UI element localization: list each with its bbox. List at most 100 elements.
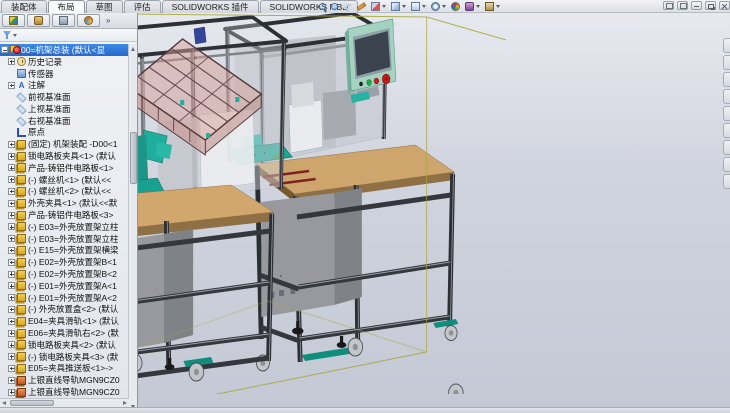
tree-item[interactable]: (-) E02=外壳放置架B<1 — [0, 256, 128, 268]
expand-toggle-icon[interactable] — [8, 353, 15, 360]
section-view[interactable] — [370, 1, 387, 12]
filter-funnel-icon[interactable] — [3, 31, 11, 39]
displaymanager-tab[interactable] — [77, 14, 100, 27]
zoom-to-fit[interactable] — [318, 1, 327, 12]
expand-toggle-icon[interactable] — [8, 164, 15, 171]
tree-item[interactable]: (-) 螺丝机<1> (默认<< — [0, 174, 128, 186]
command-tab[interactable]: 布局 — [48, 0, 85, 13]
tree-item[interactable]: 00=机架总装 (默认<显 — [0, 44, 128, 56]
close-button[interactable] — [719, 1, 730, 10]
tree-item[interactable]: 传感器 — [0, 68, 128, 80]
expand-toggle-icon[interactable] — [8, 223, 15, 230]
command-tab[interactable]: 评估 — [124, 0, 161, 13]
apply-scene[interactable] — [464, 1, 481, 12]
expand-toggle-icon[interactable] — [8, 176, 15, 183]
tree-item[interactable]: (-) E03=外壳放置架立柱 — [0, 221, 128, 233]
tree-item[interactable]: 历史记录 — [0, 56, 128, 68]
tree-item[interactable]: (-) E03=外壳放置架立柱 — [0, 233, 128, 245]
expand-toggle-icon[interactable] — [8, 377, 15, 384]
taskpane-tab-8[interactable] — [723, 157, 730, 172]
expand-toggle-icon[interactable] — [8, 294, 15, 301]
horizontal-scroll-thumb[interactable] — [10, 400, 54, 406]
taskpane-tab-2[interactable] — [723, 55, 730, 70]
expand-toggle-icon[interactable] — [8, 82, 15, 89]
restore-button[interactable] — [705, 1, 716, 10]
expand-toggle-icon[interactable] — [8, 58, 15, 65]
view-settings[interactable] — [484, 1, 501, 12]
tree-item[interactable]: 上视基准面 — [0, 103, 128, 115]
measure[interactable] — [356, 1, 367, 12]
expand-toggle-icon[interactable] — [8, 365, 15, 372]
tree-item[interactable]: 外壳夹具<1> (默认<<默 — [0, 197, 128, 209]
expand-toggle-icon[interactable] — [8, 200, 15, 207]
expand-toggle-icon[interactable] — [8, 247, 15, 254]
taskpane-tab-4[interactable] — [723, 89, 730, 104]
tree-item[interactable]: 上银直线导轨MGN9CZ0 — [0, 374, 128, 386]
scroll-right-arrow[interactable] — [123, 401, 127, 405]
panel-tabs-overflow[interactable]: » — [106, 16, 110, 25]
tree-horizontal-scrollbar[interactable] — [0, 398, 129, 407]
taskpane-tab-7[interactable] — [723, 140, 730, 155]
tree-item[interactable]: 锁电路板夹具<2> (默认 — [0, 339, 128, 351]
hide-show-items[interactable] — [430, 1, 447, 12]
taskpane-tab-6[interactable] — [723, 123, 730, 138]
tree-item[interactable]: 锁电路板夹具<1> (默认 — [0, 150, 128, 162]
view-selector[interactable] — [342, 1, 353, 12]
tree-item[interactable]: (-) E02=外壳放置架B<2 — [0, 268, 128, 280]
expand-toggle-icon[interactable] — [8, 188, 15, 195]
command-tab[interactable]: 草图 — [86, 0, 123, 13]
taskpane-tab-5[interactable] — [723, 106, 730, 121]
expand-toggle-icon[interactable] — [1, 46, 8, 53]
help-window-button[interactable] — [663, 1, 674, 10]
expand-toggle-icon[interactable] — [8, 282, 15, 289]
secondary-window-button[interactable] — [677, 1, 688, 10]
tree-item[interactable]: 注解 — [0, 79, 128, 91]
display-style[interactable] — [410, 1, 427, 12]
tree-item[interactable]: E04=夹具滑轨<1> (默认 — [0, 315, 128, 327]
expand-toggle-icon[interactable] — [8, 318, 15, 325]
tree-item[interactable]: (-) E01=外壳放置架A<2 — [0, 292, 128, 304]
expand-toggle-icon[interactable] — [8, 235, 15, 242]
tree-item[interactable]: (-) 外壳放置盒<2> (默认 — [0, 304, 128, 316]
configurationmanager-tab[interactable] — [52, 14, 75, 27]
filter-dropdown-caret[interactable] — [13, 34, 17, 37]
expand-toggle-icon[interactable] — [8, 212, 15, 219]
scroll-left-arrow[interactable] — [2, 401, 6, 405]
right-red-button[interactable] — [374, 78, 379, 84]
tree-item[interactable]: (-) E01=外壳放置架A<1 — [0, 280, 128, 292]
expand-toggle-icon[interactable] — [8, 141, 15, 148]
graphics-viewport[interactable] — [138, 13, 730, 407]
tree-item[interactable]: (-) E15=外壳放置架横梁 — [0, 245, 128, 257]
tree-item[interactable]: (固定) 机架装配 -D00<1 — [0, 138, 128, 150]
expand-toggle-icon[interactable] — [8, 341, 15, 348]
tree-item[interactable]: 产品-铸铝件电路板<1> — [0, 162, 128, 174]
expand-toggle-icon[interactable] — [8, 153, 15, 160]
tree-item[interactable]: E05=夹具推送板<1>-> — [0, 363, 128, 375]
tree-vertical-scrollbar[interactable] — [128, 44, 137, 412]
expand-toggle-icon[interactable] — [8, 389, 15, 396]
expand-toggle-icon[interactable] — [8, 271, 15, 278]
tree-item[interactable]: 原点 — [0, 127, 128, 139]
tree-item[interactable]: (-) 螺丝机<2> (默认<< — [0, 186, 128, 198]
propertymanager-tab[interactable] — [27, 14, 50, 27]
expand-toggle-icon[interactable] — [8, 330, 15, 337]
expand-toggle-icon[interactable] — [8, 306, 15, 313]
command-tab[interactable]: 装配体 — [1, 0, 47, 13]
tree-item[interactable]: 上银直线导轨MGN9CZ0 — [0, 386, 128, 398]
tree-item[interactable]: 右视基准面 — [0, 115, 128, 127]
edit-appearance[interactable] — [450, 1, 461, 12]
featuremanager-tree-tab[interactable] — [2, 14, 25, 27]
tree-item[interactable]: 产品-铸铝件电路板<3> — [0, 209, 128, 221]
view-orientation[interactable] — [390, 1, 407, 12]
taskpane-tab-3[interactable] — [723, 72, 730, 87]
tree-item[interactable]: (-) 锁电路板夹具<3> (默 — [0, 351, 128, 363]
vertical-scroll-thumb[interactable] — [130, 132, 137, 184]
taskpane-tab-1[interactable] — [723, 38, 730, 53]
scroll-up-arrow[interactable] — [131, 47, 135, 51]
tree-item[interactable]: 前视基准面 — [0, 91, 128, 103]
right-green-button[interactable] — [367, 80, 372, 86]
right-control-panel[interactable] — [345, 19, 398, 103]
expand-toggle-icon[interactable] — [8, 259, 15, 266]
zoom-to-area[interactable] — [330, 1, 339, 12]
taskpane-tab-9[interactable] — [723, 174, 730, 189]
